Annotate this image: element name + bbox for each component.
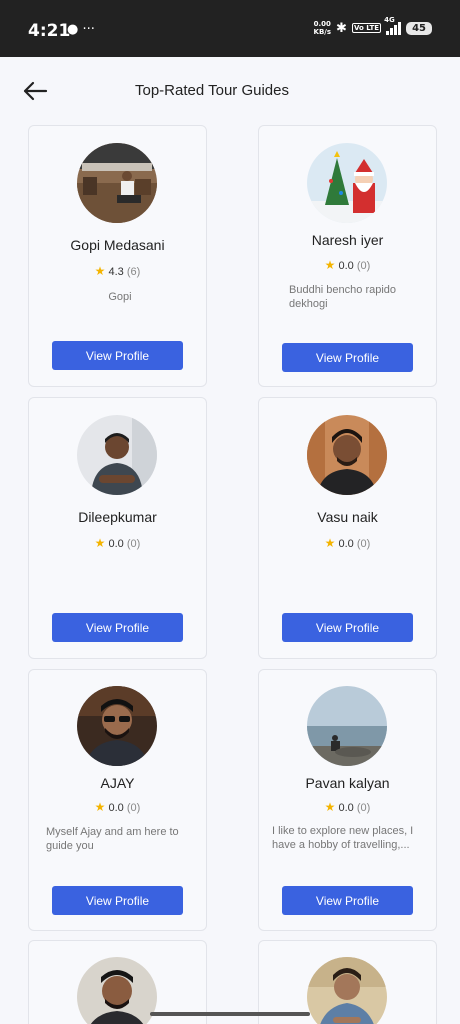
guide-rating: ★ 0.0 (0) <box>324 258 371 272</box>
guide-rating: ★ 0.0 (0) <box>94 800 141 814</box>
star-icon: ★ <box>94 536 106 550</box>
guide-card: Naresh iyer ★ 0.0 (0) Buddhi bencho rapi… <box>258 125 437 387</box>
avatar <box>307 686 387 766</box>
guide-description: I like to explore new places, I have a h… <box>272 825 414 851</box>
guide-name: AJAY <box>100 775 135 791</box>
arrow-left-icon[interactable] <box>22 80 48 102</box>
guide-description: Myself Ajay and am here to guide you <box>46 826 179 852</box>
guide-name: Vasu naik <box>317 509 378 525</box>
avatar <box>77 686 157 766</box>
guide-card: AJAY ★ 0.0 (0) Myself Ajay and am here t… <box>28 669 207 931</box>
guide-description: Gopi <box>108 291 132 303</box>
avatar <box>307 957 387 1024</box>
view-profile-button[interactable]: View Profile <box>52 886 183 915</box>
guide-rating: ★ 0.0 (0) <box>324 536 371 550</box>
avatar <box>77 957 157 1024</box>
signal-icon: 4G <box>384 16 402 35</box>
view-profile-button[interactable]: View Profile <box>52 613 183 642</box>
page-title: Top-Rated Tour Guides <box>135 82 289 99</box>
status-time: 4:21 <box>28 21 71 41</box>
guide-name: Gopi Medasani <box>70 237 165 253</box>
home-indicator <box>150 1012 310 1016</box>
guide-name: Naresh iyer <box>311 232 384 248</box>
star-icon: ★ <box>324 536 336 550</box>
view-profile-button[interactable]: View Profile <box>282 343 413 372</box>
star-icon: ★ <box>94 800 106 814</box>
guide-card: Vasu naik ★ 0.0 (0) View Profile <box>258 397 437 659</box>
avatar <box>307 415 387 495</box>
guide-rating: ★ 4.3 (6) <box>94 264 141 278</box>
guide-card: Dileepkumar ★ 0.0 (0) View Profile <box>28 397 207 659</box>
star-icon: ★ <box>324 258 336 272</box>
network-speed: 0.00 KB/s <box>313 20 332 36</box>
guide-description: Buddhi bencho rapido dekhogi <box>289 284 397 310</box>
star-icon: ★ <box>324 800 336 814</box>
guide-rating: ★ 0.0 (0) <box>324 800 371 814</box>
star-icon: ★ <box>94 264 106 278</box>
avatar <box>77 415 157 495</box>
guide-rating: ★ 0.0 (0) <box>94 536 141 550</box>
view-profile-button[interactable]: View Profile <box>282 613 413 642</box>
guide-card: Pavan kalyan ★ 0.0 (0) I like to explore… <box>258 669 437 931</box>
bluetooth-icon: ✱ <box>336 20 347 36</box>
guide-name: Dileepkumar <box>78 509 157 525</box>
battery-icon: 45 <box>406 21 432 35</box>
status-bar: 4:21 ● ··· 0.00 KB/s ✱ Vo LTE 4G 45 <box>0 0 460 57</box>
view-profile-button[interactable]: View Profile <box>282 886 413 915</box>
guide-name: Pavan kalyan <box>305 775 390 791</box>
avatar <box>77 143 157 223</box>
guide-card: Gopi Medasani ★ 4.3 (6) Gopi View Profil… <box>28 125 207 387</box>
avatar <box>307 143 387 223</box>
volte-icon: Vo LTE <box>351 23 382 33</box>
notification-icons: ● ··· <box>67 22 95 37</box>
status-indicators: 0.00 KB/s ✱ Vo LTE 4G 45 <box>313 16 432 36</box>
view-profile-button[interactable]: View Profile <box>52 341 183 370</box>
